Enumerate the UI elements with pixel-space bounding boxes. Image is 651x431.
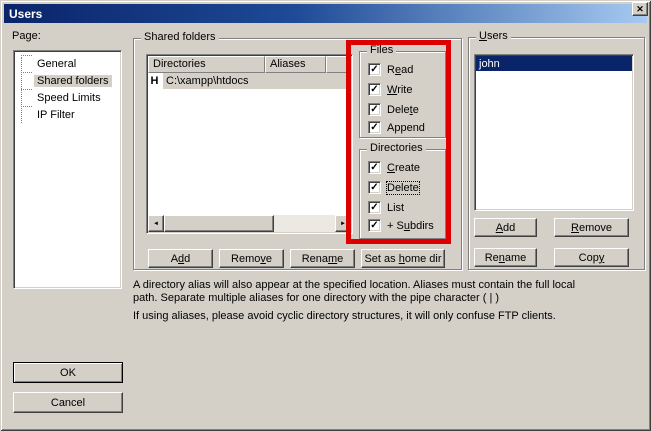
close-icon: ✕ [636,5,644,14]
checkbox-checked-icon[interactable]: ✓ [368,181,381,194]
users-rename-button[interactable]: Rename [474,248,537,267]
column-header-filler [326,56,351,73]
cyclic-note: If using aliases, please avoid cyclic di… [133,310,556,322]
checkbox-checked-icon[interactable]: ✓ [368,121,381,134]
directory-path: C:\xampp\htdocs [163,73,351,89]
user-list-item[interactable]: john [476,56,632,71]
tree-item-general[interactable]: General [34,56,79,71]
button-label: Set as home dir [364,253,441,265]
tree-twig [21,55,32,56]
directories-group-label: Directories [367,142,426,154]
column-header-label: Directories [153,58,206,70]
shared-folders-group-label: Shared folders [141,31,219,43]
checkbox-read[interactable]: ✓ Read [368,62,413,77]
tree-item-label: Shared folders [34,75,112,87]
shared-remove-button[interactable]: Remove [219,249,284,268]
checkbox-label: Read [387,64,413,76]
scroll-left-button[interactable]: ◄ [148,215,164,232]
checkbox-label: Delete [387,104,419,116]
checkbox-label: Delete [387,182,419,194]
scrollbar-track[interactable] [274,215,335,232]
tree-twig [21,72,32,73]
users-remove-button[interactable]: Remove [554,218,629,237]
users-copy-button[interactable]: Copy [554,248,629,267]
column-header-label: Aliases [270,58,305,70]
users-dialog-window: Users ✕ Page: General Shared folders Spe… [0,0,651,431]
ok-button[interactable]: OK [13,362,123,383]
checkbox-list[interactable]: ✓ List [368,200,404,215]
checkbox-create[interactable]: ✓ Create [368,160,420,175]
button-label: Remove [231,253,272,265]
button-label: Add [496,222,516,234]
window-title: Users [4,7,42,21]
horizontal-scrollbar[interactable]: ◄ ► [148,215,351,232]
files-group-label: Files [367,44,396,56]
checkbox-checked-icon[interactable]: ✓ [368,103,381,116]
home-directory-marker: H [148,75,161,87]
column-header-directories[interactable]: Directories [148,56,265,73]
scrollbar-thumb[interactable] [164,215,274,232]
directory-row[interactable]: H C:\xampp\htdocs [148,73,351,89]
checkbox-checked-icon[interactable]: ✓ [368,161,381,174]
scroll-left-icon: ◄ [153,221,159,227]
checkbox-append[interactable]: ✓ Append [368,120,425,135]
users-add-button[interactable]: Add [474,218,537,237]
alias-note-line1: A directory alias will also appear at th… [133,279,575,291]
button-label: Cancel [51,397,85,409]
shared-add-button[interactable]: Add [148,249,213,268]
column-header-aliases[interactable]: Aliases [265,56,326,73]
users-listbox[interactable]: john [474,54,634,211]
tree-item-label: IP Filter [34,109,78,121]
button-label: Remove [571,222,612,234]
tree-twig [21,106,32,107]
page-label: Page: [12,30,41,42]
checkbox-checked-icon[interactable]: ✓ [368,219,381,232]
checkbox-checked-icon[interactable]: ✓ [368,63,381,76]
button-label: Rename [302,253,344,265]
cancel-button[interactable]: Cancel [13,392,123,413]
button-label: OK [60,367,76,379]
users-group-label: Users [476,30,511,42]
user-name: john [479,58,500,70]
title-bar: Users [4,4,647,23]
checkbox-write[interactable]: ✓ Write [368,82,412,97]
checkbox-subdirs[interactable]: ✓ + Subdirs [368,218,434,233]
checkbox-label: Create [387,162,420,174]
tree-item-label: General [34,58,79,70]
checkbox-label: Write [387,84,412,96]
set-as-home-dir-button[interactable]: Set as home dir [361,249,445,268]
tree-item-speed-limits[interactable]: Speed Limits [34,90,104,105]
tree-item-shared-folders[interactable]: Shared folders [34,73,112,88]
button-label: Add [171,253,191,265]
shared-folders-group: Shared folders Directories Aliases H C:\… [133,38,462,270]
tree-item-label: Speed Limits [34,92,104,104]
checkbox-checked-icon[interactable]: ✓ [368,201,381,214]
checkbox-checked-icon[interactable]: ✓ [368,83,381,96]
checkbox-label: + Subdirs [387,220,434,232]
tree-item-ip-filter[interactable]: IP Filter [34,107,78,122]
checkbox-delete-dirs[interactable]: ✓ Delete [368,180,419,195]
checkbox-label: Append [387,122,425,134]
alias-note-line2: path. Separate multiple aliases for one … [133,292,499,304]
shared-rename-button[interactable]: Rename [290,249,355,268]
close-button[interactable]: ✕ [632,2,648,16]
scroll-right-icon: ► [340,221,346,227]
checkbox-delete-files[interactable]: ✓ Delete [368,102,419,117]
files-permissions-group: Files ✓ Read ✓ Write ✓ Delete ✓ Append [359,51,446,138]
button-label: Copy [579,252,605,264]
button-label: Rename [485,252,527,264]
tree-branch-line [21,57,22,123]
directories-permissions-group: Directories ✓ Create ✓ Delete ✓ List ✓ +… [359,149,446,239]
listview-header: Directories Aliases [148,56,351,73]
checkbox-label: List [387,202,404,214]
users-group: Users john Add Remove Rename Copy [468,37,645,270]
scroll-right-button[interactable]: ► [335,215,351,232]
page-tree: General Shared folders Speed Limits IP F… [13,50,122,289]
tree-twig [21,89,32,90]
directories-listview[interactable]: Directories Aliases H C:\xampp\htdocs ◄ … [146,54,353,234]
